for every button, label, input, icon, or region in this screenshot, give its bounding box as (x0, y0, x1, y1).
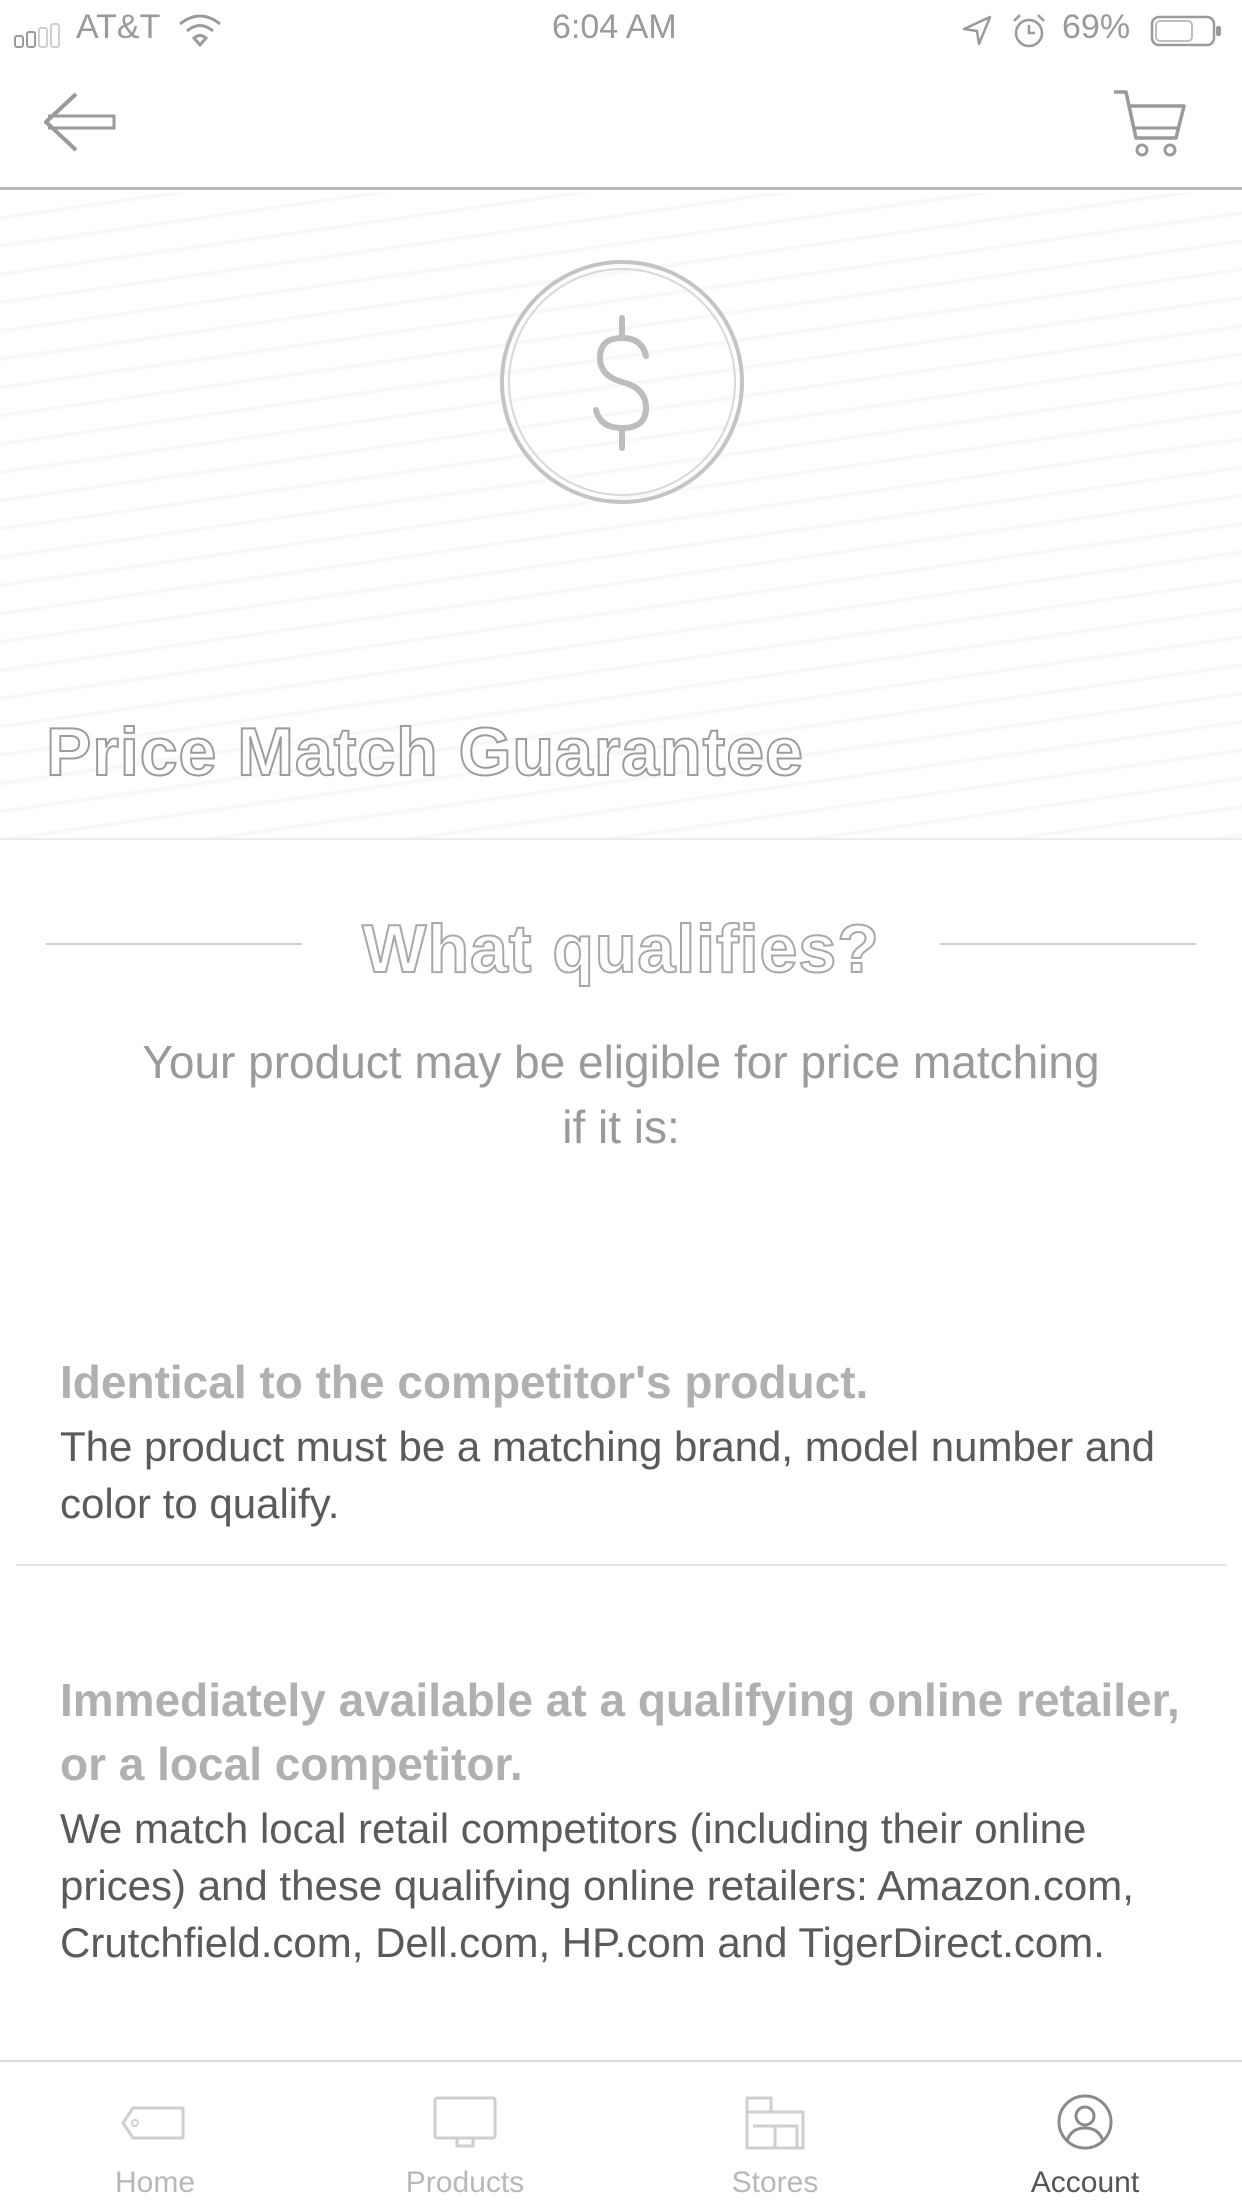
section-title: What qualifies? (361, 910, 880, 988)
divider-line (16, 1564, 1226, 1566)
user-circle-icon (1057, 2094, 1113, 2150)
tab-label: Home (114, 2166, 196, 2199)
tab-products[interactable]: Products (310, 2062, 620, 2208)
tag-icon (121, 2106, 185, 2140)
wifi-icon (179, 14, 221, 48)
tab-label: Account (1030, 2166, 1140, 2199)
alarm-clock-icon (1013, 14, 1045, 48)
battery-percent: 69% (1062, 8, 1131, 46)
tab-stores[interactable]: Stores (620, 2062, 930, 2208)
section-heading: What qualifies? (0, 910, 1242, 1000)
status-bar: AT&T 6:04 AM 69% (0, 0, 1242, 62)
signal-strength-icon (14, 23, 60, 48)
section-intro: Your product may be eligible for price m… (142, 1036, 1100, 1153)
hero-banner: Price Match Guarantee (0, 193, 1242, 840)
tab-home[interactable]: Home (0, 2062, 310, 2208)
divider-line (940, 943, 1196, 945)
qualification-heading: Identical to the competitor's product. (60, 1356, 869, 1408)
page-title: Price Match Guarantee (45, 713, 804, 791)
qualification-item: Identical to the competitor's product. T… (60, 1350, 1200, 1532)
qualification-body: The product must be a matching brand, mo… (60, 1423, 1155, 1527)
cart-button[interactable] (1110, 84, 1190, 164)
clock-time: 6:04 AM (552, 8, 677, 46)
qualification-body: We match local retail competitors (inclu… (60, 1805, 1134, 1966)
qualification-item: Immediately available at a qualifying on… (60, 1668, 1200, 1971)
tab-account[interactable]: Account (930, 2062, 1240, 2208)
carrier-label: AT&T (76, 8, 161, 46)
tab-label: Products (405, 2166, 525, 2199)
tab-label: Stores (731, 2166, 819, 2199)
shopping-cart-icon (1114, 90, 1186, 157)
bottom-tab-bar: Home Products Stores Account (0, 2060, 1242, 2208)
qualification-heading: Immediately available at a qualifying on… (60, 1674, 1180, 1790)
back-button[interactable] (36, 82, 126, 162)
monitor-icon (433, 2096, 497, 2148)
dollar-circle-icon (500, 260, 744, 504)
store-icon (745, 2096, 805, 2150)
top-nav-bar (0, 62, 1242, 190)
battery-icon (1150, 15, 1221, 47)
arrow-left-icon (44, 92, 116, 152)
location-arrow-icon (962, 15, 992, 46)
